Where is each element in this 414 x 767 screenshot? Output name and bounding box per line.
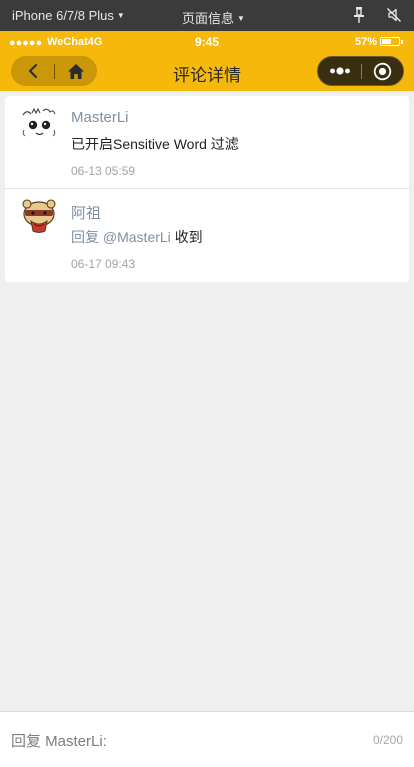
comment-item: 阿祖 回复 @MasterLi 收到 06-17 09:43: [5, 189, 409, 281]
comment-author[interactable]: MasterLi: [71, 109, 129, 126]
capsule-divider: [361, 64, 362, 79]
caret-down-icon: ▼: [237, 14, 245, 23]
mention-link[interactable]: @MasterLi: [103, 229, 171, 245]
target-icon[interactable]: [373, 62, 392, 81]
status-bar: ●●●●● WeChat4G 9:45 57%: [0, 31, 414, 53]
device-selector[interactable]: iPhone 6/7/8 Plus ▼: [12, 8, 125, 23]
mute-icon[interactable]: [386, 7, 402, 23]
battery-icon: [380, 37, 400, 46]
more-dots-icon[interactable]: [329, 63, 351, 79]
reply-bar: 0/200: [0, 711, 414, 767]
devtools-bar: iPhone 6/7/8 Plus ▼ 页面信息 ▼: [0, 0, 414, 31]
comment-time: 06-17 09:43: [71, 257, 136, 271]
page-info-label: 页面信息: [182, 11, 235, 26]
cartoon-bear-avatar[interactable]: [19, 196, 59, 236]
comment-content: 回复 @MasterLi 收到: [71, 227, 203, 247]
battery-percent: 57%: [355, 36, 378, 48]
comment-text: 收到: [174, 229, 203, 245]
comment-item: MasterLi 已开启Sensitive Word 过滤 06-13 05:5…: [5, 96, 409, 189]
nav-right-capsule: [317, 56, 404, 86]
cartoon-face-avatar[interactable]: [19, 103, 59, 143]
page-info-menu[interactable]: 页面信息 ▼: [182, 8, 245, 27]
caret-down-icon: ▼: [116, 11, 125, 20]
status-time: 9:45: [194, 35, 220, 49]
device-label: iPhone 6/7/8 Plus: [12, 8, 114, 23]
reply-prefix: 回复: [71, 229, 99, 245]
reply-input[interactable]: [11, 730, 311, 752]
char-counter: 0/200: [372, 733, 403, 747]
nav-bar: 评论详情: [0, 53, 414, 91]
comment-author[interactable]: 阿祖: [71, 202, 101, 223]
comment-time: 06-13 05:59: [71, 164, 136, 178]
battery-tip: [401, 40, 403, 44]
comment-content: 已开启Sensitive Word 过滤: [71, 136, 239, 152]
pin-icon[interactable]: [352, 6, 366, 24]
comment-list: MasterLi 已开启Sensitive Word 过滤 06-13 05:5…: [5, 96, 409, 282]
